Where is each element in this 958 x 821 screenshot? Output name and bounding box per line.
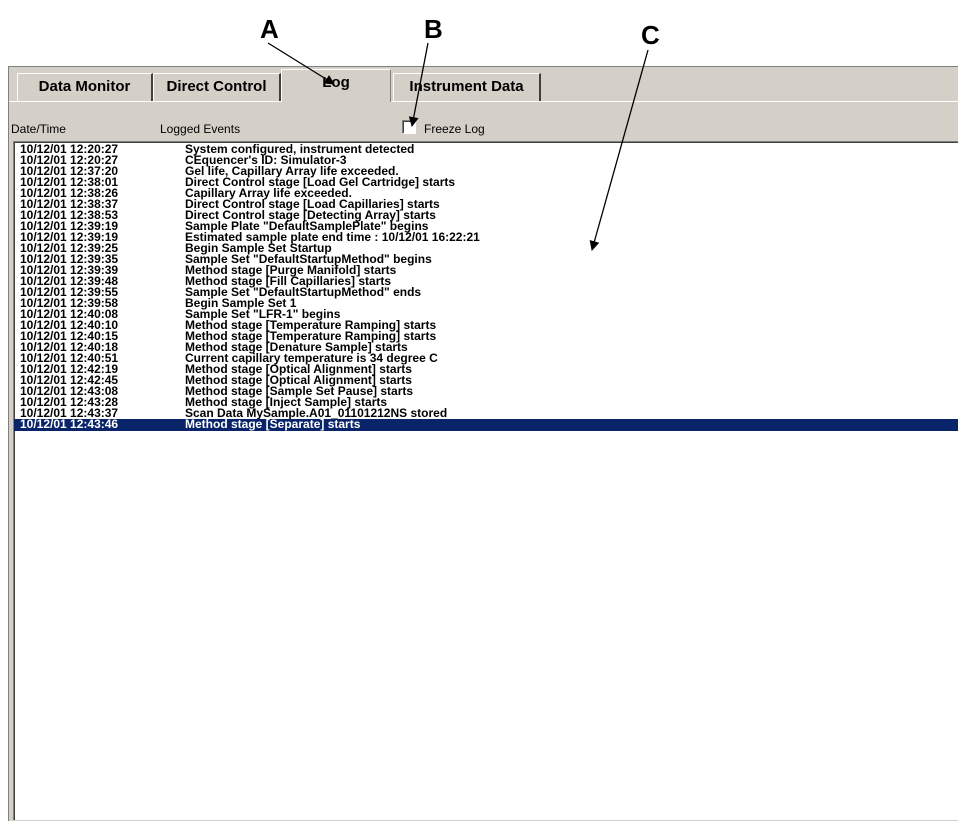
log-row[interactable]: 10/12/01 12:39:39 Method stage [Purge Man… <box>14 264 958 276</box>
log-row[interactable]: 10/12/01 12:40:51 Current capillary tempe… <box>14 352 958 364</box>
log-row[interactable]: 10/12/01 12:39:58 Begin Sample Set 1 <box>14 297 958 309</box>
log-row[interactable]: 10/12/01 12:38:26 Capillary Array life ex… <box>14 187 958 199</box>
log-row[interactable]: 10/12/01 12:38:53 Direct Control stage [D… <box>14 209 958 221</box>
tab-log[interactable]: Log <box>281 69 391 102</box>
column-logged-events: Logged Events <box>160 122 241 136</box>
log-row[interactable]: 10/12/01 12:38:01 Direct Control stage [L… <box>14 176 958 188</box>
tab-instrument-data[interactable]: Instrument Data <box>393 73 541 101</box>
log-row[interactable]: 10/12/01 12:40:08 Sample Set "LFR-1" begi… <box>14 308 958 320</box>
log-event: Method stage [Separate] starts <box>185 417 361 431</box>
callout-label-c: C <box>641 20 660 50</box>
log-row[interactable]: 10/12/01 12:40:10 Method stage [Temperatu… <box>14 319 958 331</box>
callout-label-b: B <box>424 14 443 44</box>
log-row[interactable]: 10/12/01 12:40:15 Method stage [Temperatu… <box>14 330 958 342</box>
log-row[interactable]: 10/12/01 12:42:45 Method stage [Optical A… <box>14 374 958 386</box>
tab-divider <box>9 101 958 102</box>
tab-direct-control[interactable]: Direct Control <box>153 73 281 101</box>
log-row[interactable]: 10/12/01 12:20:27 CEquencer's ID: Simulat… <box>14 154 958 166</box>
log-row[interactable]: 10/12/01 12:39:25 Begin Sample Set Startu… <box>14 242 958 254</box>
log-datetime: 10/12/01 12:43:46 <box>20 417 119 431</box>
log-row[interactable]: 10/12/01 12:43:08 Method stage [Sample Se… <box>14 385 958 397</box>
log-row[interactable]: 10/12/01 12:39:55 Sample Set "DefaultStar… <box>14 286 958 298</box>
log-row[interactable]: 10/12/01 12:43:28 Method stage [Inject Sa… <box>14 396 958 408</box>
log-row[interactable]: 10/12/01 12:20:27 System configured, inst… <box>14 143 958 155</box>
log-row[interactable]: 10/12/01 12:39:35 Sample Set "DefaultStar… <box>14 253 958 265</box>
app-window: Data Monitor Direct Control Log Instrume… <box>8 66 958 821</box>
log-row[interactable]: 10/12/01 12:39:19 Estimated sample plate … <box>14 231 958 243</box>
freeze-log-checkbox[interactable] <box>402 120 416 134</box>
log-row[interactable]: 10/12/01 12:40:18 Method stage [Denature … <box>14 341 958 353</box>
freeze-log-label: Freeze Log <box>424 122 485 136</box>
tab-strip: Data Monitor Direct Control Log Instrume… <box>9 67 958 103</box>
log-row[interactable]: 10/12/01 12:39:19 Sample Plate "DefaultSa… <box>14 220 958 232</box>
log-row[interactable]: 10/12/01 12:39:48 Method stage [Fill Capi… <box>14 275 958 287</box>
log-row[interactable]: 10/12/01 12:38:37 Direct Control stage [L… <box>14 198 958 210</box>
log-list[interactable]: 10/12/01 12:20:27 System configured, inst… <box>13 141 958 820</box>
tab-data-monitor[interactable]: Data Monitor <box>17 73 153 101</box>
log-row[interactable]: 10/12/01 12:43:37 Scan Data MySample.A01_… <box>14 407 958 419</box>
column-datetime: Date/Time <box>11 122 66 136</box>
log-row-selected[interactable]: 10/12/01 12:43:46 Method stage [Separate]… <box>14 417 958 431</box>
log-row[interactable]: 10/12/01 12:37:20 Gel life, Capillary Arr… <box>14 165 958 177</box>
callout-label-a: A <box>260 14 279 44</box>
log-row[interactable]: 10/12/01 12:42:19 Method stage [Optical A… <box>14 363 958 375</box>
log-header: Date/Time Logged Events Freeze Log <box>9 117 958 139</box>
